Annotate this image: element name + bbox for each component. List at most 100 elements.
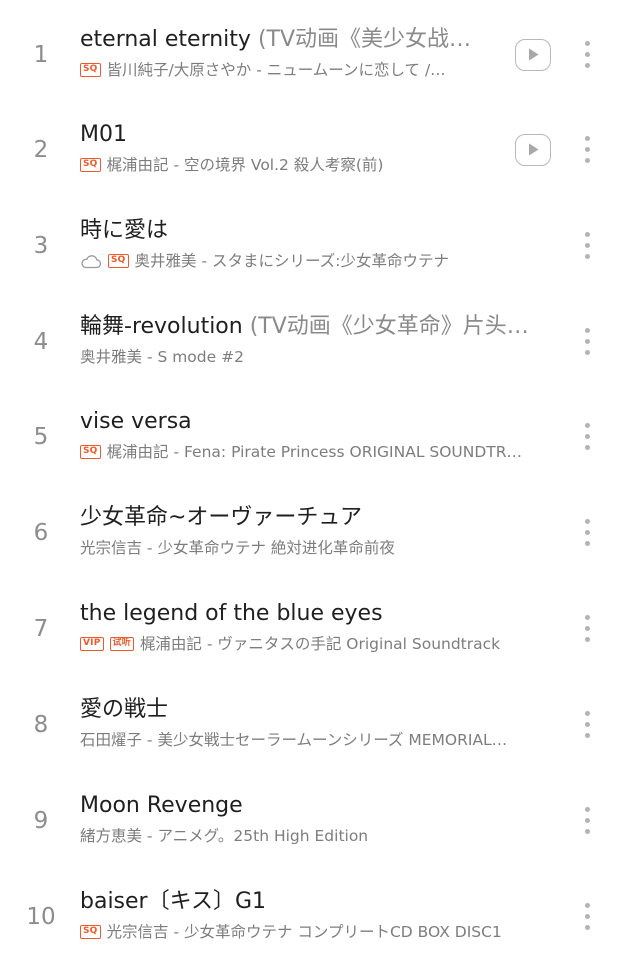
song-meta: 光宗信吉 - 少女革命ウテナ 絶対进化革命前夜	[80, 537, 565, 559]
sq-badge: SQ	[80, 445, 101, 459]
more-dot	[585, 519, 590, 524]
play-video-button[interactable]	[515, 39, 551, 71]
song-title: M01	[80, 120, 500, 150]
song-meta: VIP 试听 梶浦由記 - ヴァニタスの手記 Original Soundtrack	[80, 633, 565, 655]
song-artist-album: 光宗信吉 - 少女革命ウテナ コンプリートCD BOX DISC1	[106, 923, 502, 941]
more-dot	[585, 232, 590, 237]
song-index: 10	[26, 904, 56, 930]
song-index: 1	[33, 42, 49, 68]
song-row[interactable]: 8 愛の戦士石田燿子 - 美少女戦士セーラームーンシリーズ MEMORIAL…	[0, 680, 626, 776]
more-vertical-icon[interactable]	[578, 327, 598, 357]
song-index: 8	[33, 712, 49, 738]
song-index: 5	[33, 424, 49, 450]
song-artist-album: 梶浦由記 - ヴァニタスの手記 Original Soundtrack	[139, 635, 501, 653]
song-index: 4	[33, 329, 49, 355]
more-vertical-icon[interactable]	[578, 614, 598, 644]
more-dot	[585, 925, 590, 930]
song-index: 9	[33, 808, 49, 834]
more-dot	[585, 339, 590, 344]
more-dot	[585, 733, 590, 738]
more-dot	[585, 52, 590, 57]
song-index: 2	[33, 137, 49, 163]
song-artist-album: 奥井雅美 - スタまにシリーズ:少女革命ウテナ	[134, 252, 449, 270]
song-artist-album: 奥井雅美 - S mode #2	[80, 348, 244, 366]
more-dot	[585, 829, 590, 834]
song-index: 7	[33, 616, 49, 642]
song-title: 時に愛は	[80, 216, 565, 246]
sq-badge: SQ	[80, 158, 101, 172]
song-title-main: baiser〔キス〕G1	[80, 889, 266, 914]
song-title-main: M01	[80, 122, 127, 147]
play-icon	[529, 143, 539, 156]
song-title-main: 愛の戦士	[80, 697, 169, 722]
more-dot	[585, 626, 590, 631]
more-dot	[585, 41, 590, 46]
song-artist-album: 石田燿子 - 美少女戦士セーラームーンシリーズ MEMORIAL…	[80, 731, 508, 749]
song-row[interactable]: 9 Moon Revenge 緒方恵美 - アニメグ。25th High Editi…	[0, 776, 626, 872]
song-title: 輪舞-revolution (TV动画《少女革命》片头…	[80, 312, 565, 342]
song-meta: SQ 光宗信吉 - 少女革命ウテナ コンプリートCD BOX DISC1	[80, 921, 565, 943]
song-artist-album: 緒方恵美 - アニメグ。25th High Edition	[80, 827, 369, 845]
more-dot	[585, 711, 590, 716]
song-title-main: the legend of the blue eyes	[80, 601, 383, 626]
song-title: vise versa	[80, 407, 565, 437]
song-list: 1 eternal eternity (TV动画《美少女战… SQ 皆川純子/大原さや…	[0, 0, 626, 960]
more-dot	[585, 434, 590, 439]
song-title-main: 時に愛は	[80, 218, 169, 243]
song-title-main: eternal eternity	[80, 27, 251, 52]
song-title-subtitle: (TV动画《美少女战…	[250, 27, 472, 52]
song-artist-album: 光宗信吉 - 少女革命ウテナ 絶対进化革命前夜	[80, 539, 395, 557]
song-title: Moon Revenge	[80, 791, 565, 821]
more-dot	[585, 637, 590, 642]
more-dot	[585, 818, 590, 823]
song-row[interactable]: 4 輪舞-revolution (TV动画《少女革命》片头… 奥井雅美 - S mo…	[0, 297, 626, 393]
more-vertical-icon[interactable]	[578, 902, 598, 932]
song-row[interactable]: 10 baiser〔キス〕G1 SQ 光宗信吉 - 少女革命ウテナ コンプリートCD …	[0, 872, 626, 968]
song-meta: SQ 皆川純子/大原さやか - ニュームーンに恋して /…	[80, 59, 500, 81]
more-dot	[585, 350, 590, 355]
more-vertical-icon[interactable]	[578, 710, 598, 740]
song-row[interactable]: 5 vise versa SQ 梶浦由記 - Fena: Pirate Princes…	[0, 392, 626, 488]
song-meta: 緒方恵美 - アニメグ。25th High Edition	[80, 825, 565, 847]
song-artist-album: 梶浦由記 - Fena: Pirate Princess ORIGINAL SO…	[106, 443, 523, 461]
song-row[interactable]: 3 時に愛は SQ 奥井雅美 - スタまにシリーズ:少女革命ウテナ	[0, 201, 626, 297]
trial-badge: 试听	[109, 637, 134, 651]
song-title: baiser〔キス〕G1	[80, 887, 565, 917]
more-dot	[585, 445, 590, 450]
song-artist-album: 皆川純子/大原さやか - ニュームーンに恋して /…	[106, 61, 446, 79]
song-title-main: 少女革命~オーヴァーチュア	[80, 505, 362, 530]
more-dot	[585, 722, 590, 727]
more-vertical-icon[interactable]	[578, 231, 598, 261]
song-meta: SQ 梶浦由記 - Fena: Pirate Princess ORIGINAL …	[80, 441, 565, 463]
sq-badge: SQ	[108, 254, 129, 268]
more-dot	[585, 147, 590, 152]
song-title: the legend of the blue eyes	[80, 599, 565, 629]
song-row[interactable]: 2 M01 SQ 梶浦由記 - 空の境界 Vol.2 殺人考察(前)	[0, 105, 626, 201]
play-icon	[529, 48, 539, 61]
more-dot	[585, 615, 590, 620]
more-dot	[585, 158, 590, 163]
song-row[interactable]: 1 eternal eternity (TV动画《美少女战… SQ 皆川純子/大原さや…	[0, 10, 626, 106]
song-index: 3	[33, 233, 49, 259]
more-dot	[585, 243, 590, 248]
more-vertical-icon[interactable]	[578, 135, 598, 165]
more-vertical-icon[interactable]	[578, 422, 598, 452]
song-title-main: Moon Revenge	[80, 793, 243, 818]
song-title: eternal eternity (TV动画《美少女战…	[80, 25, 500, 55]
song-title-main: vise versa	[80, 409, 192, 434]
sq-badge: SQ	[80, 925, 101, 939]
play-video-button[interactable]	[515, 134, 551, 166]
more-vertical-icon[interactable]	[578, 40, 598, 70]
song-meta: SQ 奥井雅美 - スタまにシリーズ:少女革命ウテナ	[80, 250, 565, 272]
more-dot	[585, 807, 590, 812]
song-title-main: 輪舞-revolution	[80, 314, 243, 339]
more-dot	[585, 530, 590, 535]
song-meta: 石田燿子 - 美少女戦士セーラームーンシリーズ MEMORIAL…	[80, 729, 565, 751]
song-row[interactable]: 6 少女革命~オーヴァーチュア 光宗信吉 - 少女革命ウテナ 絶対进化革命前夜	[0, 488, 626, 584]
song-row[interactable]: 7 the legend of the blue eyes VIP 试听 梶浦由記 - …	[0, 584, 626, 680]
more-vertical-icon[interactable]	[578, 806, 598, 836]
more-dot	[585, 903, 590, 908]
more-vertical-icon[interactable]	[578, 518, 598, 548]
more-dot	[585, 136, 590, 141]
cloud-icon	[81, 254, 102, 268]
